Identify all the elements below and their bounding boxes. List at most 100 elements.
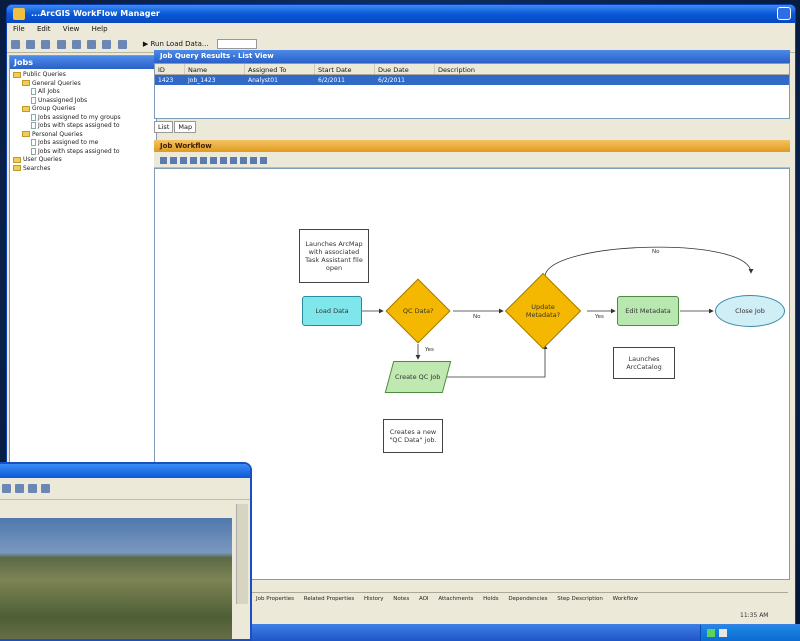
new-icon[interactable] — [26, 39, 36, 49]
edge-label-no: No — [652, 249, 660, 255]
run-dropdown[interactable] — [216, 39, 257, 49]
globe-tool-icon[interactable] — [2, 484, 11, 493]
create-label: Create QC Job — [395, 373, 441, 381]
list-icon[interactable] — [56, 39, 66, 49]
col-start[interactable]: Start Date — [315, 64, 375, 74]
query-icon — [31, 139, 36, 146]
jobs-tree: Public Queries General Queries All Jobs Una… — [10, 69, 156, 175]
user-icon[interactable] — [87, 39, 97, 49]
col-name[interactable]: Name — [185, 64, 245, 74]
tab-job-properties[interactable]: Job Properties — [256, 596, 294, 602]
tree-item[interactable]: Unassigned Jobs — [13, 96, 153, 106]
menu-bar: File Edit View Help — [7, 23, 795, 35]
job-list: ID Name Assigned To Start Date Due Date … — [154, 63, 790, 119]
tab-workflow[interactable]: Workflow — [613, 596, 638, 602]
bottom-tabs: Job Properties Related Properties Histor… — [252, 592, 788, 605]
cell-id: 1423 — [158, 77, 174, 84]
node-load-data[interactable]: Load Data — [302, 296, 362, 326]
tab-list[interactable]: List — [154, 121, 174, 133]
tab-history[interactable]: History — [364, 596, 384, 602]
menu-help[interactable]: Help — [92, 25, 108, 33]
globe-window — [0, 462, 252, 641]
tree-item[interactable]: Searches — [13, 165, 153, 174]
globe-side-tab[interactable] — [236, 504, 248, 604]
folder-icon — [13, 165, 21, 171]
run-button[interactable]: ▶ Run Load Data... — [143, 40, 209, 48]
listview-title: Job Query Results - List View — [154, 50, 790, 63]
tree-item[interactable]: Jobs with steps assigned to — [13, 147, 153, 157]
tab-aoi[interactable]: AOI — [419, 596, 429, 602]
tree-item[interactable]: User Queries — [13, 156, 153, 165]
network-icon[interactable] — [707, 629, 715, 637]
fit-icon[interactable] — [180, 156, 187, 164]
app-icon — [13, 8, 25, 20]
tree-item-label: Searches — [23, 164, 51, 172]
window-title: ...ArcGIS WorkFlow Manager — [31, 9, 160, 18]
play-icon[interactable] — [240, 156, 247, 164]
tree-item[interactable]: Personal Queries — [13, 131, 153, 140]
tab-map[interactable]: Map — [174, 121, 197, 133]
tree-item-label: User Queries — [23, 156, 62, 163]
tree-item[interactable]: Jobs with steps assigned to — [13, 122, 153, 131]
update-label: Update Metadata? — [525, 303, 561, 319]
col-assigned[interactable]: Assigned To — [245, 64, 315, 74]
tree-item[interactable]: General Queries — [13, 80, 153, 89]
tree-item[interactable]: Public Queries — [13, 71, 153, 80]
tab-notes[interactable]: Notes — [393, 596, 409, 602]
tree-item[interactable]: Jobs assigned to my groups — [13, 113, 153, 123]
next-icon[interactable] — [250, 156, 257, 164]
node-close-job[interactable]: Close Job — [715, 295, 785, 327]
volume-icon[interactable] — [719, 629, 727, 637]
tree-item[interactable]: Jobs assigned to me — [13, 139, 153, 148]
menu-edit[interactable]: Edit — [37, 25, 51, 33]
tab-dependencies[interactable]: Dependencies — [508, 596, 547, 602]
tree-item[interactable]: All Jobs — [13, 88, 153, 97]
save-icon[interactable] — [41, 39, 51, 49]
tree-item-label: Personal Queries — [32, 130, 83, 138]
pan-icon[interactable] — [190, 156, 197, 164]
globe-tool-icon[interactable] — [15, 484, 24, 493]
cell-start: 6/2/2011 — [318, 77, 345, 84]
tree-item-label: Group Queries — [32, 105, 76, 112]
note-launch-arcmap: Launches ArcMap with associated Task Ass… — [299, 229, 369, 283]
tree-item-label: Jobs assigned to my groups — [38, 113, 121, 121]
refresh-icon[interactable] — [102, 39, 112, 49]
tree-item-label: Unassigned Jobs — [38, 96, 88, 104]
jobs-pane: Jobs Public Queries General Queries All Jo… — [9, 55, 157, 475]
select-icon[interactable] — [200, 156, 207, 164]
terrain-view[interactable] — [0, 518, 232, 639]
settings-icon[interactable] — [117, 39, 127, 49]
tree-item-label: Jobs with steps assigned to — [38, 122, 120, 129]
cell-assigned: Analyst01 — [248, 77, 278, 84]
open-icon[interactable] — [11, 39, 20, 49]
layout-icon[interactable] — [220, 156, 227, 164]
menu-view[interactable]: View — [63, 25, 80, 33]
tab-holds[interactable]: Holds — [483, 596, 498, 602]
query-icon — [31, 147, 36, 155]
print-icon[interactable] — [210, 156, 217, 164]
zoom-out-icon[interactable] — [170, 156, 177, 164]
tab-related-properties[interactable]: Related Properties — [304, 596, 354, 602]
col-description[interactable]: Description — [435, 64, 789, 74]
node-edit-metadata[interactable]: Edit Metadata — [617, 296, 679, 326]
tab-step-description[interactable]: Step Description — [557, 596, 603, 602]
globe-tool-icon[interactable] — [41, 484, 50, 493]
globe-tool-icon[interactable] — [28, 484, 37, 493]
tree-item[interactable]: Group Queries — [13, 105, 153, 114]
grid-icon[interactable] — [71, 39, 81, 49]
col-id[interactable]: ID — [155, 64, 185, 74]
table-row[interactable]: 1423 Job_1423 Analyst01 6/2/2011 6/2/201… — [155, 75, 789, 85]
listview-tabs: List Map — [154, 121, 790, 133]
node-create-qc-job[interactable]: Create QC Job — [384, 361, 452, 393]
menu-file[interactable]: File — [13, 25, 25, 33]
zoom-in-icon[interactable] — [160, 156, 167, 164]
tab-attachments[interactable]: Attachments — [438, 596, 473, 602]
col-due[interactable]: Due Date — [375, 64, 435, 74]
note-create-qc: Creates a new "QC Data" job. — [383, 419, 443, 453]
check-icon[interactable] — [260, 156, 267, 164]
query-icon — [31, 96, 36, 104]
query-icon — [31, 88, 36, 95]
close-button[interactable] — [777, 7, 791, 20]
query-icon — [31, 113, 36, 121]
grid-icon[interactable] — [230, 156, 237, 164]
